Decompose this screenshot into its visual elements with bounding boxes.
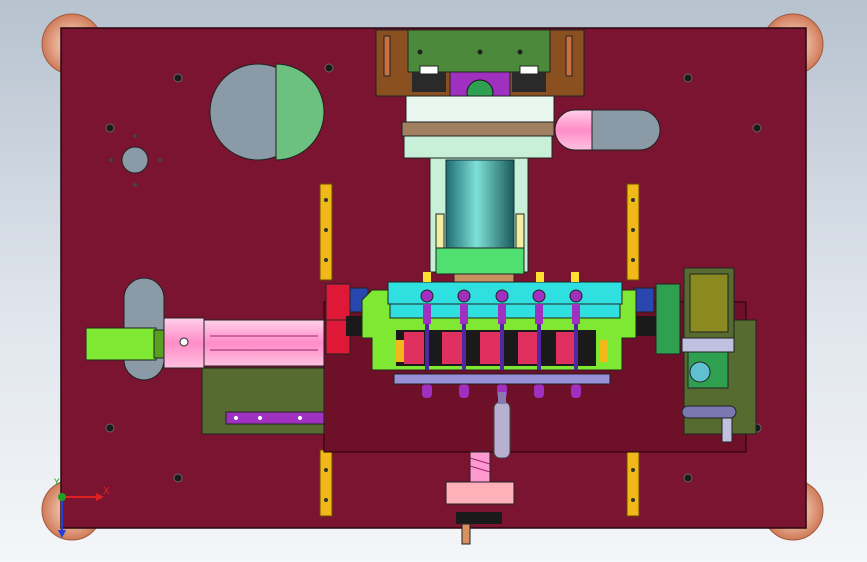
pusher-bar bbox=[393, 373, 611, 385]
cad-drawing[interactable] bbox=[0, 0, 867, 562]
left-subplate bbox=[201, 367, 325, 435]
motor-unit bbox=[681, 267, 737, 443]
round-window bbox=[209, 63, 325, 161]
main-cylinder bbox=[435, 159, 525, 285]
cad-viewport[interactable]: X Y bbox=[0, 0, 867, 562]
x-axis-label: X bbox=[103, 486, 110, 497]
y-axis-label: Y bbox=[54, 478, 60, 488]
right-slot bbox=[554, 109, 661, 151]
